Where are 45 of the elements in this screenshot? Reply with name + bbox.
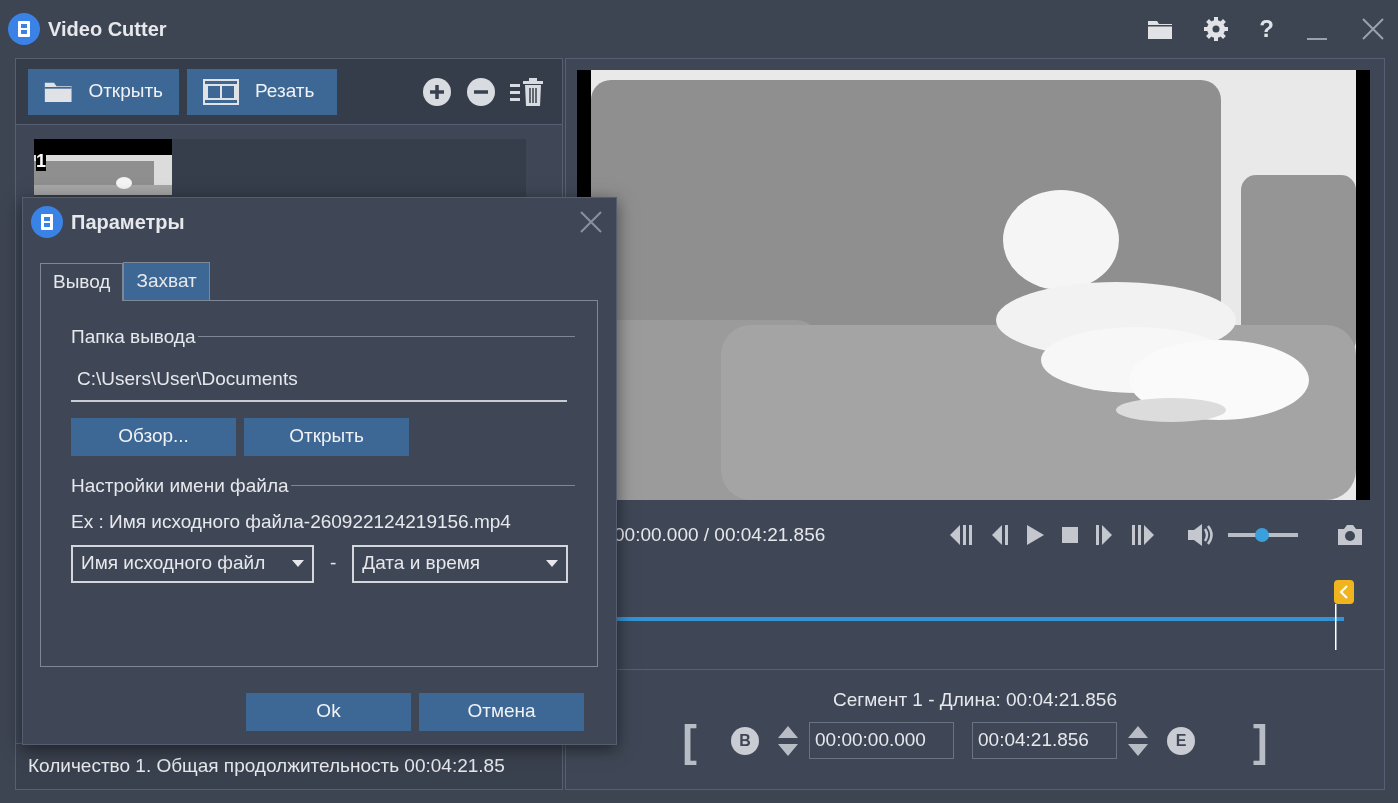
status-text: Количество 1. Общая продолжительность 00:04:21.85: [28, 754, 505, 779]
film-strip-icon: [203, 78, 239, 105]
close-icon[interactable]: [580, 211, 602, 233]
open-button[interactable]: Открыть: [28, 68, 179, 115]
segment-length: Сегмент 1 - Длина: 00:04:21.856: [833, 688, 1117, 712]
window-title: Video Cutter: [48, 17, 167, 42]
dialog-title: Параметры: [71, 210, 185, 235]
caret-icon: [292, 559, 304, 568]
camera-icon[interactable]: [1336, 523, 1364, 547]
volume-thumb[interactable]: [1254, 528, 1269, 542]
skip-forward-icon[interactable]: [1130, 523, 1156, 547]
ok-button[interactable]: Ok: [246, 692, 411, 731]
browse-button[interactable]: Обзор...: [71, 417, 236, 456]
dialog-tab[interactable]: Вывод: [40, 263, 124, 301]
item-number: 1: [36, 151, 46, 171]
cancel-button[interactable]: Отмена: [419, 692, 584, 731]
remove-icon[interactable]: [466, 76, 496, 107]
close-icon[interactable]: [1360, 16, 1386, 42]
skip-back-icon[interactable]: [948, 523, 974, 547]
section-heading: Папка вывода: [71, 324, 196, 349]
name-part-dropdown[interactable]: Имя исходного файл: [71, 544, 314, 583]
example-file-name: Ex : Имя исходного файла-260922124219156.mp4: [71, 510, 512, 534]
set-start-button[interactable]: [: [682, 718, 697, 763]
app-logo-icon: [8, 13, 40, 45]
help-button[interactable]: ?: [1259, 17, 1274, 41]
speaker-icon[interactable]: [1186, 522, 1214, 548]
end-marker-button[interactable]: E: [1167, 726, 1195, 755]
app-logo-icon: [31, 206, 63, 238]
section-heading: Настройки имени файла: [71, 473, 289, 498]
set-end-button[interactable]: ]: [1253, 718, 1268, 763]
dialog-tab[interactable]: Захват: [123, 262, 210, 300]
add-icon[interactable]: [422, 76, 452, 107]
folder-path-field[interactable]: C:\Users\User\Documents: [71, 359, 567, 402]
start-marker-button[interactable]: B: [731, 726, 759, 755]
settings-icon[interactable]: [1203, 16, 1230, 42]
start-time-field[interactable]: 00:00:00.000: [809, 722, 954, 759]
play-icon[interactable]: [1024, 523, 1046, 547]
separator: -: [330, 551, 337, 576]
end-time-field[interactable]: 00:04:21.856: [972, 722, 1117, 759]
caret-icon: [546, 559, 559, 568]
open-folder-button[interactable]: Открыть: [244, 417, 409, 456]
cut-button[interactable]: Резать: [187, 68, 337, 115]
name-part-dropdown[interactable]: Дата и время: [352, 544, 569, 583]
time-display: 00:00.000 / 00:04:21.856: [614, 522, 826, 547]
playhead-marker[interactable]: [1334, 580, 1354, 650]
